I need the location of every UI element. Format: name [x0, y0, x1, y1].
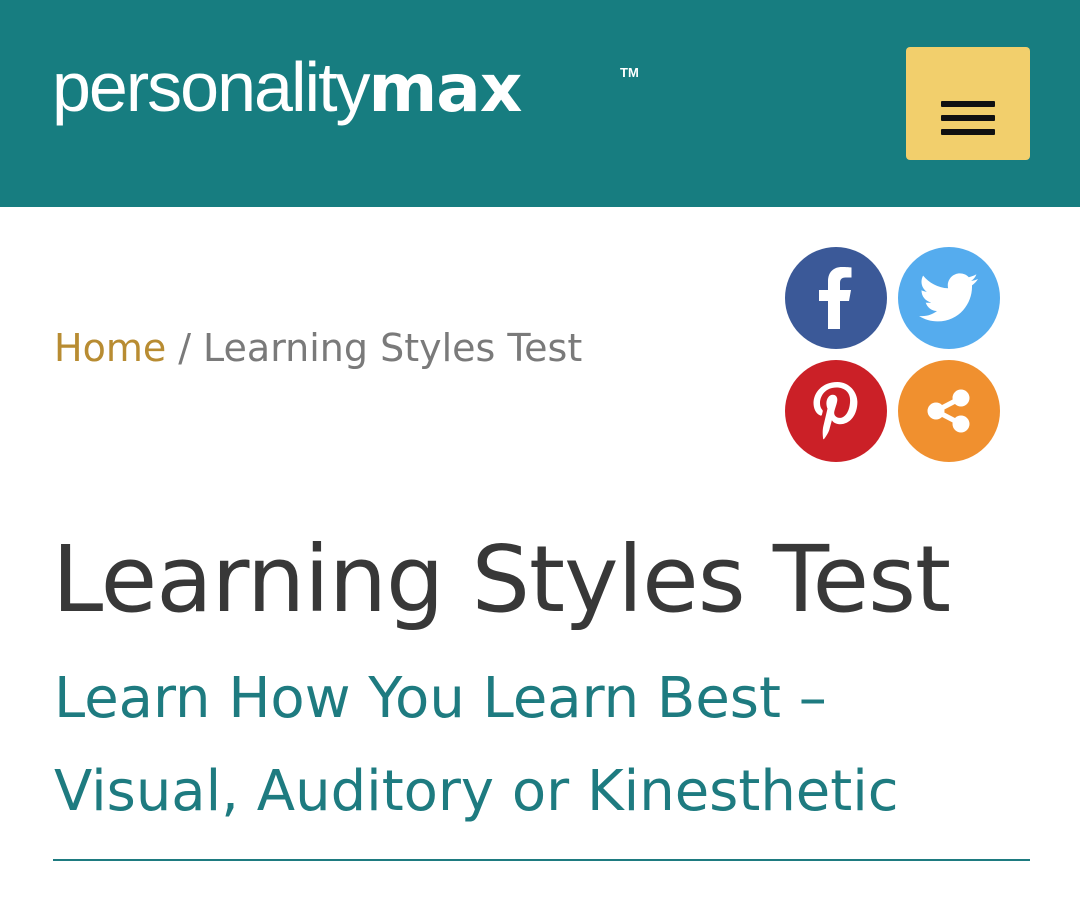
breadcrumb-home-link[interactable]: Home	[54, 326, 166, 370]
logo-trademark: TM	[620, 65, 639, 80]
twitter-share-button[interactable]	[898, 247, 1000, 349]
menu-button[interactable]	[906, 47, 1030, 160]
logo-text-bold: max	[368, 50, 523, 127]
logo-text-light: personality	[52, 48, 371, 126]
facebook-icon	[819, 267, 852, 329]
site-logo[interactable]: personalitymax TM	[52, 52, 639, 122]
site-header: personalitymax TM	[0, 0, 1080, 207]
pinterest-share-button[interactable]	[785, 360, 887, 462]
facebook-share-button[interactable]	[785, 247, 887, 349]
breadcrumb: Home / Learning Styles Test	[54, 326, 582, 370]
share-button[interactable]	[898, 360, 1000, 462]
page-title: Learning Styles Test	[52, 526, 951, 633]
pinterest-icon	[813, 382, 858, 440]
share-icon	[927, 389, 970, 433]
menu-bar-top	[941, 101, 995, 107]
menu-bar-middle	[941, 115, 995, 121]
section-divider	[53, 859, 1030, 861]
page: personalitymax TM Home / Learning Styles T…	[0, 0, 1080, 914]
twitter-icon	[919, 273, 978, 322]
menu-bar-bottom	[941, 129, 995, 135]
breadcrumb-separator: /	[178, 326, 192, 370]
breadcrumb-current: Learning Styles Test	[203, 326, 583, 370]
page-subtitle: Learn How You Learn Best – Visual, Audit…	[54, 666, 899, 824]
